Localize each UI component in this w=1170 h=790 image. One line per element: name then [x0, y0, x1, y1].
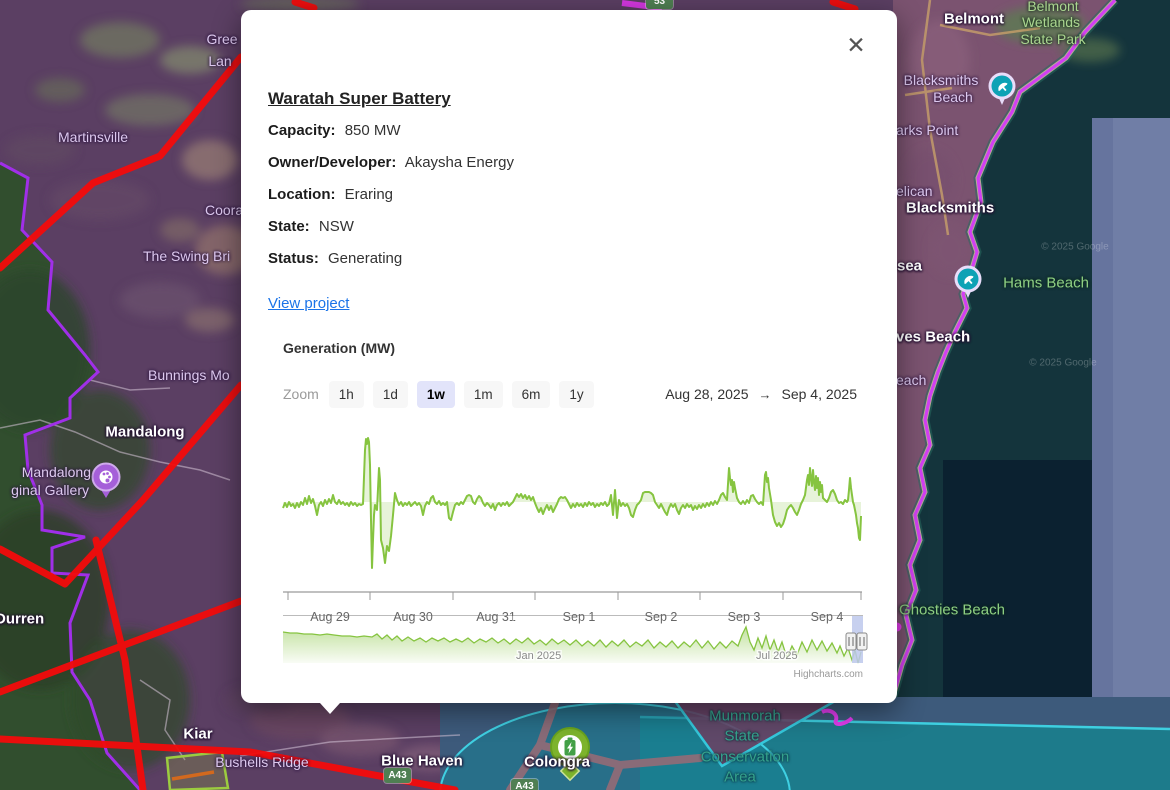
navigator-handle-left[interactable] [846, 633, 856, 650]
zoom-button-1y[interactable]: 1y [559, 381, 593, 408]
navigator-label: Jan 2025 [516, 650, 561, 662]
zoom-label: Zoom [283, 386, 319, 402]
field-value: Akaysha Energy [401, 154, 514, 171]
field-value: NSW [315, 218, 354, 235]
field-row-3: State: NSW [268, 218, 514, 250]
field-label: Status: [268, 250, 319, 267]
app-screen: GreeLanMartinsvilleCooraThe Swing BriBun… [0, 0, 1170, 790]
project-fields: Capacity: 850 MWOwner/Developer: Akaysha… [268, 122, 514, 282]
field-row-2: Location: Eraring [268, 186, 514, 218]
field-value: Eraring [341, 186, 394, 203]
zoom-button-6m[interactable]: 6m [512, 381, 551, 408]
zoom-button-1d[interactable]: 1d [373, 381, 408, 408]
x-axis-ticks [288, 592, 861, 600]
range-from[interactable]: Aug 28, 2025 [665, 386, 748, 402]
field-row-4: Status: Generating [268, 250, 514, 282]
chart-title: Generation (MW) [283, 340, 395, 356]
field-row-1: Owner/Developer: Akaysha Energy [268, 154, 514, 186]
x-axis-label: Sep 1 [563, 610, 596, 624]
ocean-tile-dark [943, 460, 1092, 697]
x-axis-label: Sep 3 [728, 610, 761, 624]
project-boundary-polygon[interactable] [167, 752, 228, 790]
generation-chart[interactable]: Aug 29 Aug 30 Aug 31 Sep 1 Sep 2 Sep 3 Sep 4 J… [282, 420, 868, 690]
zoom-buttons: 1h 1d 1w 1m 6m 1y [329, 381, 594, 408]
field-label: Owner/Developer: [268, 154, 396, 171]
zoom-button-1w[interactable]: 1w [417, 381, 455, 408]
field-label: Capacity: [268, 122, 336, 139]
x-axis-label: Aug 29 [310, 610, 350, 624]
x-axis-label: Sep 2 [645, 610, 678, 624]
date-range: Aug 28, 2025 → Sep 4, 2025 [665, 386, 857, 402]
popup-title: Waratah Super Battery [268, 89, 451, 109]
popup-pointer-tail [310, 692, 350, 714]
road-shield-A43: A43 [384, 768, 411, 783]
x-axis-label: Aug 30 [393, 610, 433, 624]
x-axis-labels: Aug 29 Aug 30 Aug 31 Sep 1 Sep 2 Sep 3 Sep 4 [310, 610, 843, 624]
ocean-tile-slate-2 [1113, 118, 1170, 700]
road-shield-53: 53 [646, 0, 673, 9]
project-popup: ✕ Waratah Super Battery Capacity: 850 MW… [241, 10, 897, 703]
field-row-0: Capacity: 850 MW [268, 122, 514, 154]
field-value: 850 MW [341, 122, 401, 139]
navigator-label: Jul 2025 [756, 650, 798, 662]
view-project-link[interactable]: View project [268, 295, 349, 312]
zoom-button-1m[interactable]: 1m [464, 381, 503, 408]
range-arrow-icon: → [758, 387, 771, 402]
highcharts-credit[interactable]: Highcharts.com [794, 669, 863, 680]
navigator-handle-right[interactable] [857, 633, 867, 650]
x-axis-label: Aug 31 [476, 610, 516, 624]
close-icon[interactable]: ✕ [843, 32, 869, 58]
field-value: Generating [324, 250, 402, 267]
range-to[interactable]: Sep 4, 2025 [781, 386, 857, 402]
x-axis-label: Sep 4 [811, 610, 844, 624]
range-selector: Zoom 1h 1d 1w 1m 6m 1y Aug 28, 2025 → Sep 4, … [283, 379, 857, 409]
zoom-button-1h[interactable]: 1h [329, 381, 364, 408]
field-label: Location: [268, 186, 336, 203]
field-label: State: [268, 218, 310, 235]
road-shield-A43: A43 [511, 779, 538, 790]
